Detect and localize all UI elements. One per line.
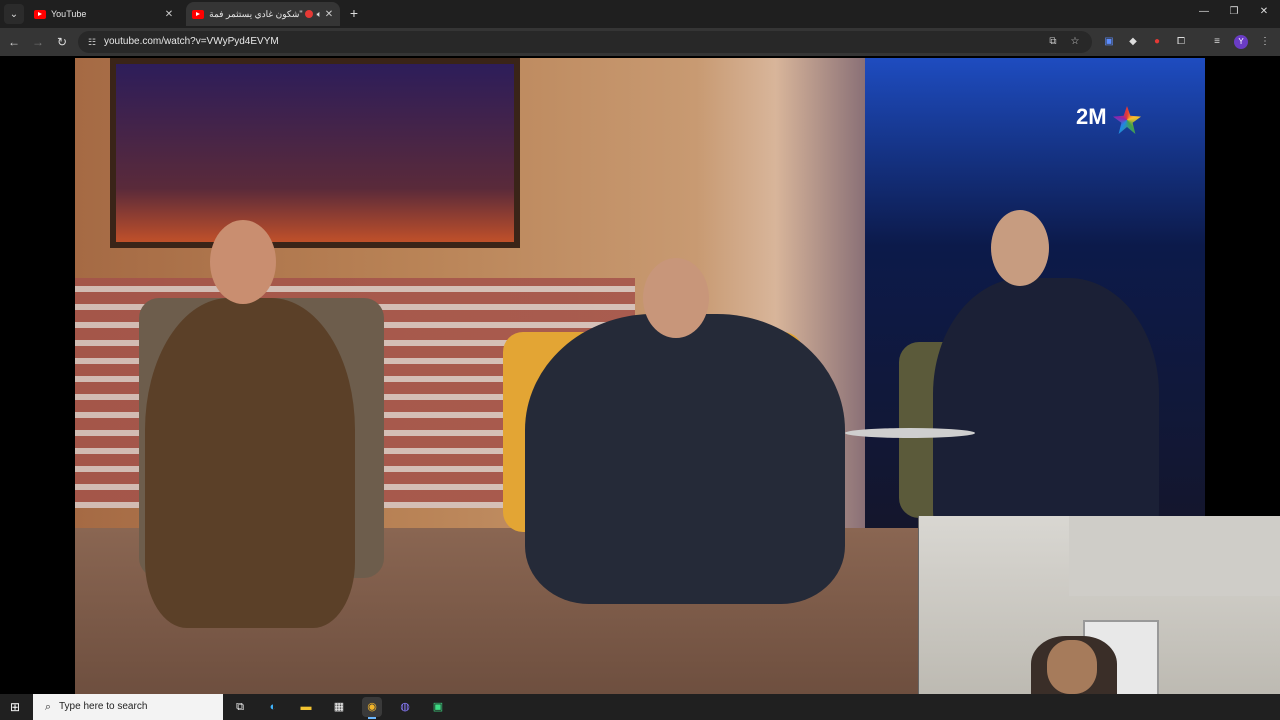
install-app-icon[interactable]: ⧉ <box>1046 35 1060 49</box>
close-icon[interactable]: ✕ <box>162 9 176 20</box>
chrome-icon[interactable]: ◉ <box>362 697 382 719</box>
url-text[interactable]: youtube.com/watch?v=VWyPyd4EVYM <box>104 36 279 47</box>
minimize-button[interactable]: — <box>1194 6 1214 17</box>
taskbar-search-placeholder: Type here to search <box>59 701 148 712</box>
guest-man-center <box>525 314 845 604</box>
media-controls-icon[interactable]: ≡ <box>1210 35 1224 49</box>
restore-button[interactable]: ❐ <box>1224 6 1244 17</box>
extensions-puzzle-icon[interactable]: ⧠ <box>1174 35 1188 49</box>
new-tab-button[interactable]: + <box>346 5 362 21</box>
guest-woman <box>145 298 355 628</box>
tab-title: "شكون غادي يستثمر فمة <box>209 8 303 19</box>
guest-man-center-head <box>643 258 709 338</box>
tab-strip: ⌄ YouTube ✕ "شكون غادي يستثمر فمة 🔈︎ ✕ +… <box>0 0 1280 28</box>
forward-button[interactable]: → <box>30 34 46 50</box>
edge-icon[interactable]: ◐ <box>263 697 283 717</box>
tab-youtube[interactable]: YouTube ✕ <box>28 2 180 26</box>
side-table <box>845 428 975 438</box>
windows-start-icon[interactable]: ⊞ <box>6 699 24 715</box>
record-extension-icon[interactable]: ● <box>1150 35 1164 49</box>
close-window-button[interactable]: ✕ <box>1254 6 1274 17</box>
windows-taskbar: ⊞ ⌕ Type here to search ⧉ ◐ ▬ ▦ ◉ ◍ ▣ <box>0 694 1280 720</box>
extension-icon[interactable]: ◆ <box>1126 35 1140 49</box>
bookmark-star-icon[interactable]: ☆ <box>1068 35 1082 49</box>
file-explorer-icon[interactable]: ▬ <box>296 697 316 717</box>
tab-search-button[interactable]: ⌄ <box>4 4 24 24</box>
site-info-icon[interactable]: ☷ <box>86 36 98 48</box>
reload-button[interactable]: ↻ <box>54 34 70 50</box>
youtube-favicon-icon <box>34 9 46 19</box>
profile-avatar[interactable]: Y <box>1234 35 1248 49</box>
close-icon[interactable]: ✕ <box>322 9 336 20</box>
task-view-icon[interactable]: ⧉ <box>230 697 250 717</box>
store-icon[interactable]: ▦ <box>329 697 349 717</box>
host-man-head <box>991 210 1049 286</box>
discord-icon[interactable]: ◍ <box>395 697 415 717</box>
app-icon[interactable]: ▣ <box>428 697 448 717</box>
studio-window-set <box>110 58 520 248</box>
more-menu-icon[interactable]: ⋮ <box>1258 35 1272 49</box>
tab-video[interactable]: "شكون غادي يستثمر فمة 🔈︎ ✕ <box>186 2 340 26</box>
youtube-favicon-icon <box>192 9 204 19</box>
browser-toolbar: ← → ↻ ☷ youtube.com/watch?v=VWyPyd4EVYM … <box>0 28 1280 56</box>
tab-title: YouTube <box>51 9 87 19</box>
guest-woman-head <box>210 220 276 304</box>
address-bar[interactable]: ☷ youtube.com/watch?v=VWyPyd4EVYM ⧉ ☆ <box>78 31 1092 53</box>
webcam-wall <box>1069 516 1280 596</box>
back-button[interactable]: ← <box>6 34 22 50</box>
webcam-overlay <box>918 516 1280 694</box>
webcam-person-head <box>1047 640 1097 694</box>
search-icon: ⌕ <box>44 701 52 713</box>
translate-extension-icon[interactable]: ▣ <box>1102 35 1116 49</box>
taskbar-search-box[interactable]: ⌕ Type here to search <box>33 694 223 720</box>
recording-indicator-icon <box>304 10 313 18</box>
